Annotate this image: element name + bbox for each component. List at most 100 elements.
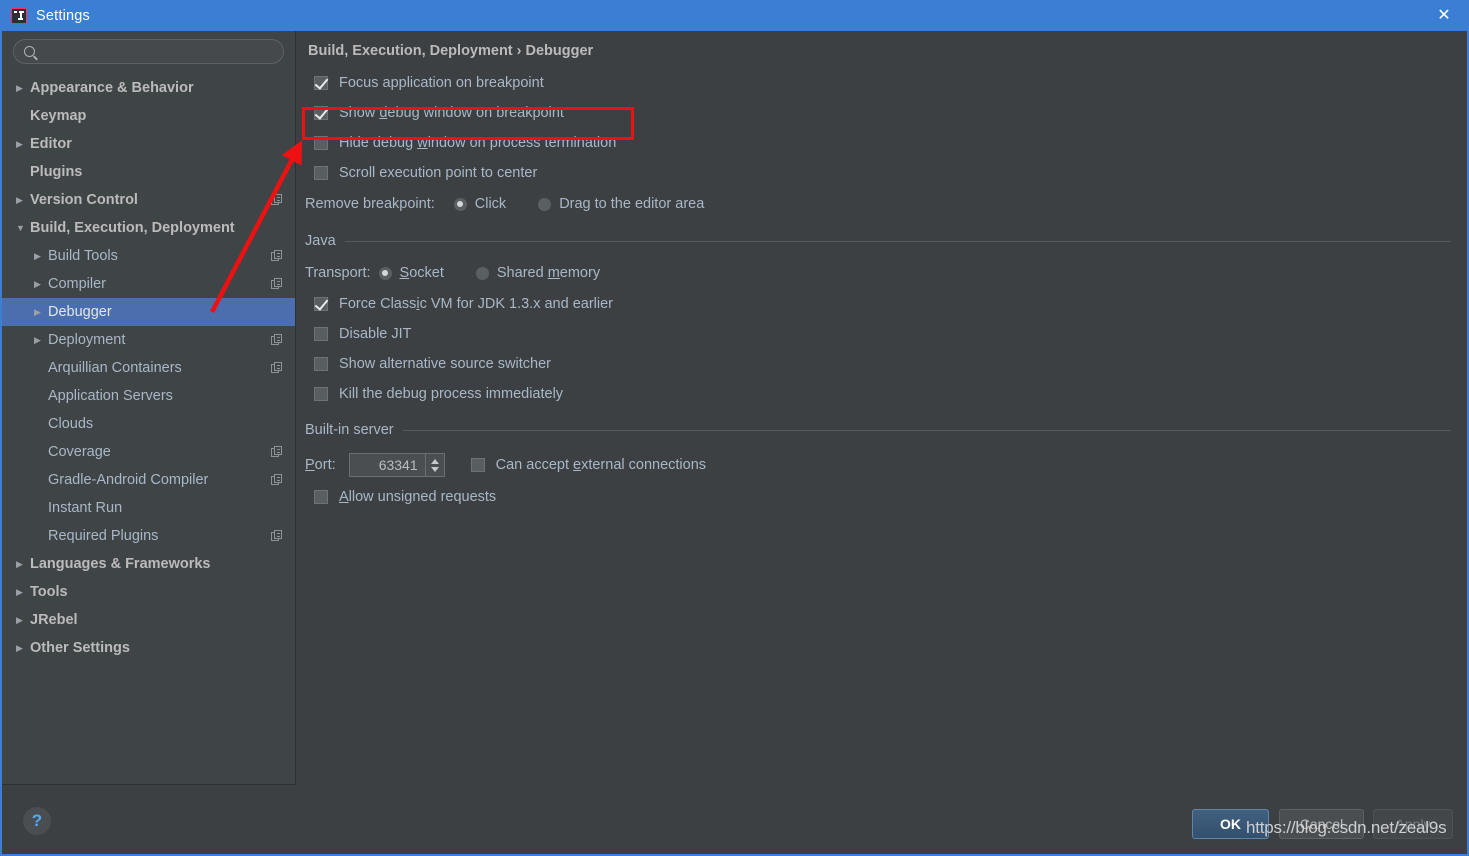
sidebar-item-build-execution-deployment[interactable]: ▼Build, Execution, Deployment: [2, 214, 295, 242]
radio-icon: [379, 267, 392, 280]
remove-breakpoint-label: Remove breakpoint:: [305, 196, 435, 212]
chevron-right-icon[interactable]: ▶: [16, 196, 30, 205]
port-stepper[interactable]: 63341: [349, 453, 445, 477]
chevron-right-icon[interactable]: ▶: [34, 336, 48, 345]
copy-settings-icon[interactable]: [271, 250, 283, 262]
chevron-right-icon[interactable]: ▶: [34, 308, 48, 317]
chevron-right-icon[interactable]: ▶: [34, 280, 48, 289]
chevron-right-icon[interactable]: ▶: [34, 252, 48, 261]
sidebar-item-jrebel[interactable]: ▶JRebel: [2, 606, 295, 634]
copy-settings-icon[interactable]: [271, 334, 283, 346]
sidebar-item-editor[interactable]: ▶Editor: [2, 130, 295, 158]
checkbox-hide-debug-window-on-process-termination[interactable]: Hide debug window on process termination: [297, 128, 1467, 158]
checkbox-label: Focus application on breakpoint: [339, 75, 544, 91]
chevron-right-icon[interactable]: ▶: [16, 140, 30, 149]
sidebar-item-languages-frameworks[interactable]: ▶Languages & Frameworks: [2, 550, 295, 578]
sidebar-item-plugins[interactable]: ▶Plugins: [2, 158, 295, 186]
chevron-right-icon[interactable]: ▶: [16, 644, 30, 653]
sidebar-item-appearance-behavior[interactable]: ▶Appearance & Behavior: [2, 74, 295, 102]
port-label: Port:: [305, 457, 336, 473]
checkbox-label: Can accept external connections: [496, 457, 706, 473]
radio-remove-breakpoint-drag[interactable]: Drag to the editor area: [538, 196, 704, 212]
sidebar-item-arquillian-containers[interactable]: ▶Arquillian Containers: [2, 354, 295, 382]
checkbox-label: Disable JIT: [339, 326, 412, 342]
checkbox-icon: [314, 327, 328, 341]
sidebar-item-required-plugins[interactable]: ▶Required Plugins: [2, 522, 295, 550]
chevron-right-icon[interactable]: ▶: [16, 560, 30, 569]
search-box[interactable]: [13, 39, 284, 64]
sidebar-item-build-tools[interactable]: ▶Build Tools: [2, 242, 295, 270]
sidebar-item-coverage[interactable]: ▶Coverage: [2, 438, 295, 466]
sidebar-item-keymap[interactable]: ▶Keymap: [2, 102, 295, 130]
checkbox-scroll-execution-point-to-center[interactable]: Scroll execution point to center: [297, 158, 1467, 188]
copy-settings-icon[interactable]: [271, 362, 283, 374]
settings-content-panel: Build, Execution, Deployment › Debugger …: [297, 31, 1467, 785]
stepper-down-icon[interactable]: [431, 467, 439, 472]
chevron-right-icon[interactable]: ▶: [16, 588, 30, 597]
window-title: Settings: [36, 8, 90, 24]
copy-settings-icon[interactable]: [271, 194, 283, 206]
sidebar-item-application-servers[interactable]: ▶Application Servers: [2, 382, 295, 410]
checkbox-allow-unsigned-requests[interactable]: Allow unsigned requests: [297, 482, 1467, 512]
checkbox-label: Force Classic VM for JDK 1.3.x and earli…: [339, 296, 613, 312]
java-section-header: Java: [297, 233, 1467, 249]
sidebar-item-label: Build Tools: [48, 248, 118, 264]
sidebar-item-debugger[interactable]: ▶Debugger: [2, 298, 295, 326]
builtin-server-section-header: Built-in server: [297, 422, 1467, 438]
radio-label: Click: [475, 196, 506, 212]
copy-settings-icon[interactable]: [271, 446, 283, 458]
close-icon[interactable]: ✕: [1421, 0, 1467, 31]
radio-remove-breakpoint-click[interactable]: Click: [454, 196, 506, 212]
stepper-buttons[interactable]: [425, 454, 444, 476]
sidebar-item-compiler[interactable]: ▶Compiler: [2, 270, 295, 298]
copy-settings-icon[interactable]: [271, 278, 283, 290]
checkbox-force-classic-vm-for-jdk-1-3-x-and-earlier[interactable]: Force Classic VM for JDK 1.3.x and earli…: [297, 289, 1467, 319]
checkbox-label: Kill the debug process immediately: [339, 386, 563, 402]
sidebar-item-tools[interactable]: ▶Tools: [2, 578, 295, 606]
checkbox-icon: [314, 297, 328, 311]
checkbox-kill-the-debug-process-immediately[interactable]: Kill the debug process immediately: [297, 379, 1467, 409]
radio-icon: [476, 267, 489, 280]
sidebar-item-label: JRebel: [30, 612, 78, 628]
sidebar-item-label: Tools: [30, 584, 68, 600]
search-input[interactable]: [35, 44, 283, 59]
chevron-down-icon[interactable]: ▼: [16, 224, 30, 233]
copy-settings-icon[interactable]: [271, 530, 283, 542]
port-value[interactable]: 63341: [350, 454, 425, 476]
sidebar-item-label: Clouds: [48, 416, 93, 432]
checkbox-show-debug-window-on-breakpoint[interactable]: Show debug window on breakpoint: [297, 98, 1467, 128]
settings-dialog: Settings ✕ ▶Appearance & Behavior▶Keymap…: [0, 0, 1469, 856]
sidebar-item-label: Editor: [30, 136, 72, 152]
sidebar-item-label: Debugger: [48, 304, 112, 320]
chevron-right-icon[interactable]: ▶: [16, 616, 30, 625]
checkbox-label: Show debug window on breakpoint: [339, 105, 564, 121]
section-title: Built-in server: [305, 422, 403, 438]
sidebar-item-gradle-android-compiler[interactable]: ▶Gradle-Android Compiler: [2, 466, 295, 494]
sidebar-item-label: Version Control: [30, 192, 138, 208]
section-divider: [403, 430, 1451, 431]
radio-transport-shared-memory[interactable]: Shared memory: [476, 265, 600, 281]
port-row: Port: 63341 Can accept external connecti…: [297, 448, 1467, 482]
sidebar-item-instant-run[interactable]: ▶Instant Run: [2, 494, 295, 522]
sidebar-item-version-control[interactable]: ▶Version Control: [2, 186, 295, 214]
watermark-text: https://blog.csdn.net/zeal9s: [1246, 818, 1446, 838]
sidebar-item-label: Arquillian Containers: [48, 360, 182, 376]
transport-row: Transport: Socket Shared memory: [297, 257, 1467, 289]
help-button[interactable]: ?: [23, 807, 51, 835]
checkbox-can-accept-external-connections[interactable]: Can accept external connections: [471, 457, 706, 473]
checkbox-disable-jit[interactable]: Disable JIT: [297, 319, 1467, 349]
sidebar-item-other-settings[interactable]: ▶Other Settings: [2, 634, 295, 662]
checkbox-focus-application-on-breakpoint[interactable]: Focus application on breakpoint: [297, 68, 1467, 98]
sidebar-item-deployment[interactable]: ▶Deployment: [2, 326, 295, 354]
stepper-up-icon[interactable]: [431, 459, 439, 464]
sidebar-item-clouds[interactable]: ▶Clouds: [2, 410, 295, 438]
checkbox-icon: [314, 106, 328, 120]
transport-label: Transport:: [305, 265, 371, 281]
sidebar-item-label: Languages & Frameworks: [30, 556, 211, 572]
sidebar-item-label: Appearance & Behavior: [30, 80, 194, 96]
chevron-right-icon[interactable]: ▶: [16, 84, 30, 93]
checkbox-show-alternative-source-switcher[interactable]: Show alternative source switcher: [297, 349, 1467, 379]
radio-transport-socket[interactable]: Socket: [379, 265, 444, 281]
sidebar-item-label: Deployment: [48, 332, 125, 348]
copy-settings-icon[interactable]: [271, 474, 283, 486]
